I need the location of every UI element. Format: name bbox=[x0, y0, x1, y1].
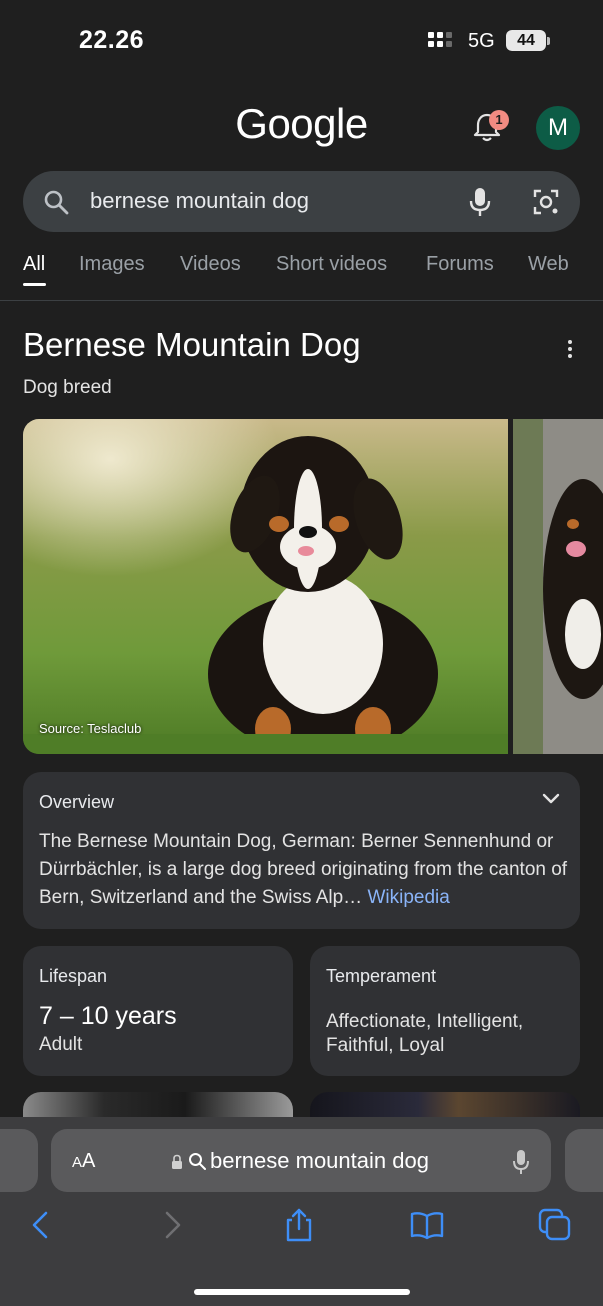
lifespan-sub: Adult bbox=[39, 1034, 83, 1055]
dog-photo-2 bbox=[513, 419, 603, 754]
text-size-button[interactable]: AA bbox=[72, 1150, 95, 1173]
status-bar: 22.26 5G 44 bbox=[0, 0, 603, 80]
tabs-icon[interactable] bbox=[537, 1207, 573, 1243]
browser-toolbar: AA bernese mountain dog bbox=[0, 1117, 603, 1306]
dog-image[interactable]: Source: Teslaclub bbox=[23, 419, 508, 754]
back-icon[interactable] bbox=[23, 1207, 59, 1243]
address-bar[interactable]: AA bernese mountain dog bbox=[51, 1129, 551, 1192]
battery-icon bbox=[547, 37, 550, 45]
google-logo[interactable]: Google bbox=[0, 100, 603, 148]
home-indicator[interactable] bbox=[194, 1289, 410, 1295]
puppy-photo bbox=[23, 419, 508, 754]
tab-videos[interactable]: Videos bbox=[180, 253, 241, 276]
tab-all[interactable]: All bbox=[23, 253, 45, 276]
account-avatar[interactable]: M bbox=[536, 106, 580, 150]
search-tabs: All Images Videos Short videos Forums We… bbox=[0, 253, 603, 301]
search-icon bbox=[189, 1153, 206, 1170]
temperament-card[interactable]: Temperament Affectionate, Intelligent, F… bbox=[310, 946, 580, 1076]
bookmarks-icon[interactable] bbox=[409, 1207, 445, 1243]
wikipedia-link[interactable]: Wikipedia bbox=[367, 887, 449, 908]
chevron-down-icon[interactable] bbox=[542, 792, 560, 806]
search-icon bbox=[44, 190, 69, 215]
battery-level: 44 bbox=[506, 30, 546, 51]
mic-icon[interactable] bbox=[467, 187, 493, 217]
status-time: 22.26 bbox=[79, 26, 145, 54]
lifespan-card[interactable]: Lifespan 7 – 10 years Adult bbox=[23, 946, 293, 1076]
search-box[interactable]: bernese mountain dog bbox=[23, 171, 580, 232]
tab-web[interactable]: Web bbox=[528, 253, 569, 276]
previous-tab-preview[interactable] bbox=[0, 1129, 38, 1192]
text-size-big-a: A bbox=[82, 1150, 96, 1172]
overview-label: Overview bbox=[39, 792, 115, 812]
lifespan-label: Lifespan bbox=[39, 966, 108, 986]
overview-description: The Bernese Mountain Dog, German: Berner… bbox=[39, 831, 568, 908]
dog-image-2[interactable] bbox=[513, 419, 603, 754]
tab-forums[interactable]: Forums bbox=[426, 253, 494, 276]
image-source: Source: Teslaclub bbox=[39, 721, 142, 736]
kebab-menu-icon[interactable] bbox=[566, 340, 574, 358]
lens-icon[interactable] bbox=[532, 188, 560, 216]
overview-text: The Bernese Mountain Dog, German: Berner… bbox=[39, 828, 569, 912]
temperament-label: Temperament bbox=[326, 966, 437, 986]
knowledge-panel-subtitle: Dog breed bbox=[23, 377, 112, 398]
tab-short-videos[interactable]: Short videos bbox=[276, 253, 387, 276]
overview-ellipsis: … bbox=[343, 887, 363, 908]
lifespan-value: 7 – 10 years bbox=[39, 1002, 177, 1030]
temperament-value: Affectionate, Intelligent, Faithful, Loy… bbox=[326, 1011, 524, 1056]
text-size-small-a: A bbox=[72, 1154, 83, 1171]
tab-images[interactable]: Images bbox=[79, 253, 145, 276]
network-type: 5G bbox=[468, 30, 495, 52]
knowledge-panel-title: Bernese Mountain Dog bbox=[23, 326, 361, 363]
notification-badge[interactable]: 1 bbox=[489, 110, 509, 130]
url-text[interactable]: bernese mountain dog bbox=[210, 1148, 429, 1174]
next-tab-preview[interactable] bbox=[565, 1129, 603, 1192]
overview-card[interactable]: Overview The Bernese Mountain Dog, Germa… bbox=[23, 772, 580, 929]
forward-icon[interactable] bbox=[154, 1207, 190, 1243]
active-tab-indicator bbox=[23, 283, 46, 286]
mic-icon[interactable] bbox=[512, 1149, 530, 1175]
search-input[interactable]: bernese mountain dog bbox=[90, 188, 309, 214]
lock-icon bbox=[172, 1154, 182, 1169]
signal-strength-icon bbox=[428, 32, 452, 47]
share-icon[interactable] bbox=[281, 1207, 317, 1243]
